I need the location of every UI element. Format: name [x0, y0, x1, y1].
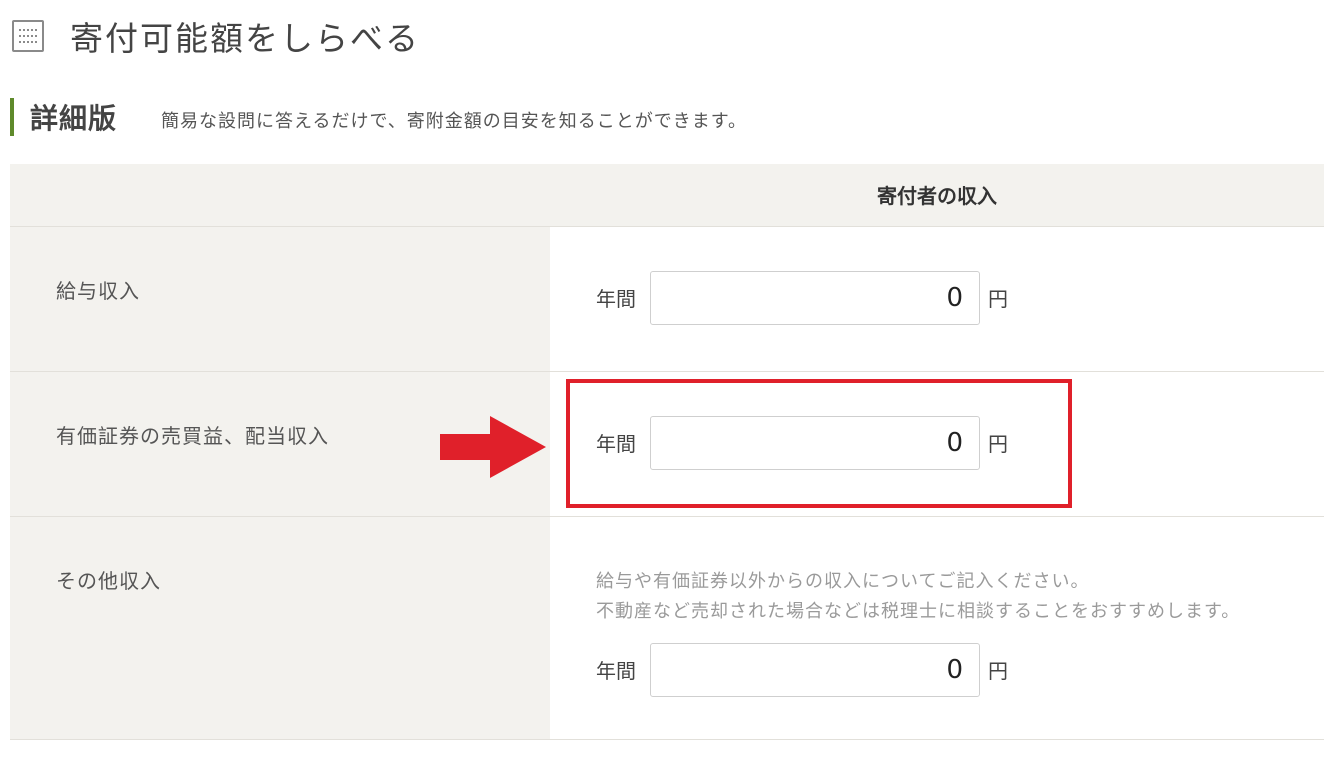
section-description: 簡易な設問に答えるだけで、寄附金額の目安を知ることができます。: [161, 111, 747, 132]
annual-label: 年間: [596, 287, 636, 311]
other-income-note-line1: 給与や有価証券以外からの収入についてご記入ください。: [596, 570, 1090, 592]
row-label-other: その他収入: [10, 516, 550, 740]
page: 寄付可能額をしらべる 詳細版 簡易な設問に答えるだけで、寄附金額の目安を知ること…: [0, 0, 1324, 760]
yen-unit-label: 円: [988, 432, 1008, 456]
table-row-other: その他収入 給与や有価証券以外からの収入についてご記入ください。 不動産など売却…: [10, 516, 1324, 740]
page-title: 寄付可能額をしらべる: [70, 19, 420, 58]
section-heading: 詳細版 簡易な設問に答えるだけで、寄附金額の目安を知ることができます。: [10, 98, 747, 136]
row-input-cell-securities: 年間 円: [550, 371, 1324, 517]
amount-line: 年間 円: [596, 270, 1324, 325]
section-title: 詳細版: [30, 102, 118, 135]
salary-income-input[interactable]: [650, 270, 980, 325]
right-arrow-icon: [440, 416, 546, 478]
page-header: 寄付可能額をしらべる: [12, 14, 420, 58]
income-form-table: 寄付者の収入 給与収入 年間 円 有価証券の売買益、配当収入 年間 円: [10, 164, 1324, 740]
table-row-securities: 有価証券の売買益、配当収入 年間 円: [10, 371, 1324, 517]
other-income-input[interactable]: [650, 642, 980, 697]
other-income-note-line2: 不動産など売却された場合などは税理士に相談することをおすすめします。: [596, 600, 1241, 622]
annual-label: 年間: [596, 432, 636, 456]
other-income-note: 給与や有価証券以外からの収入についてご記入ください。 不動産など売却された場合な…: [596, 567, 1324, 627]
row-label-salary: 給与収入: [10, 226, 550, 372]
amount-line: 年間 円: [596, 415, 1324, 470]
table-header-row: 寄付者の収入: [10, 164, 1324, 227]
yen-unit-label: 円: [988, 659, 1008, 683]
row-input-cell-salary: 年間 円: [550, 226, 1324, 372]
securities-income-input[interactable]: [650, 415, 980, 470]
row-input-cell-other: 給与や有価証券以外からの収入についてご記入ください。 不動産など売却された場合な…: [550, 516, 1324, 740]
table-header-empty: [10, 164, 550, 227]
section-accent-bar: [10, 98, 14, 136]
amount-line: 年間 円: [596, 642, 1324, 697]
column-header-income: 寄付者の収入: [550, 164, 1324, 227]
calculator-icon: [12, 20, 44, 52]
annual-label: 年間: [596, 659, 636, 683]
table-row-salary: 給与収入 年間 円: [10, 226, 1324, 372]
yen-unit-label: 円: [988, 287, 1008, 311]
